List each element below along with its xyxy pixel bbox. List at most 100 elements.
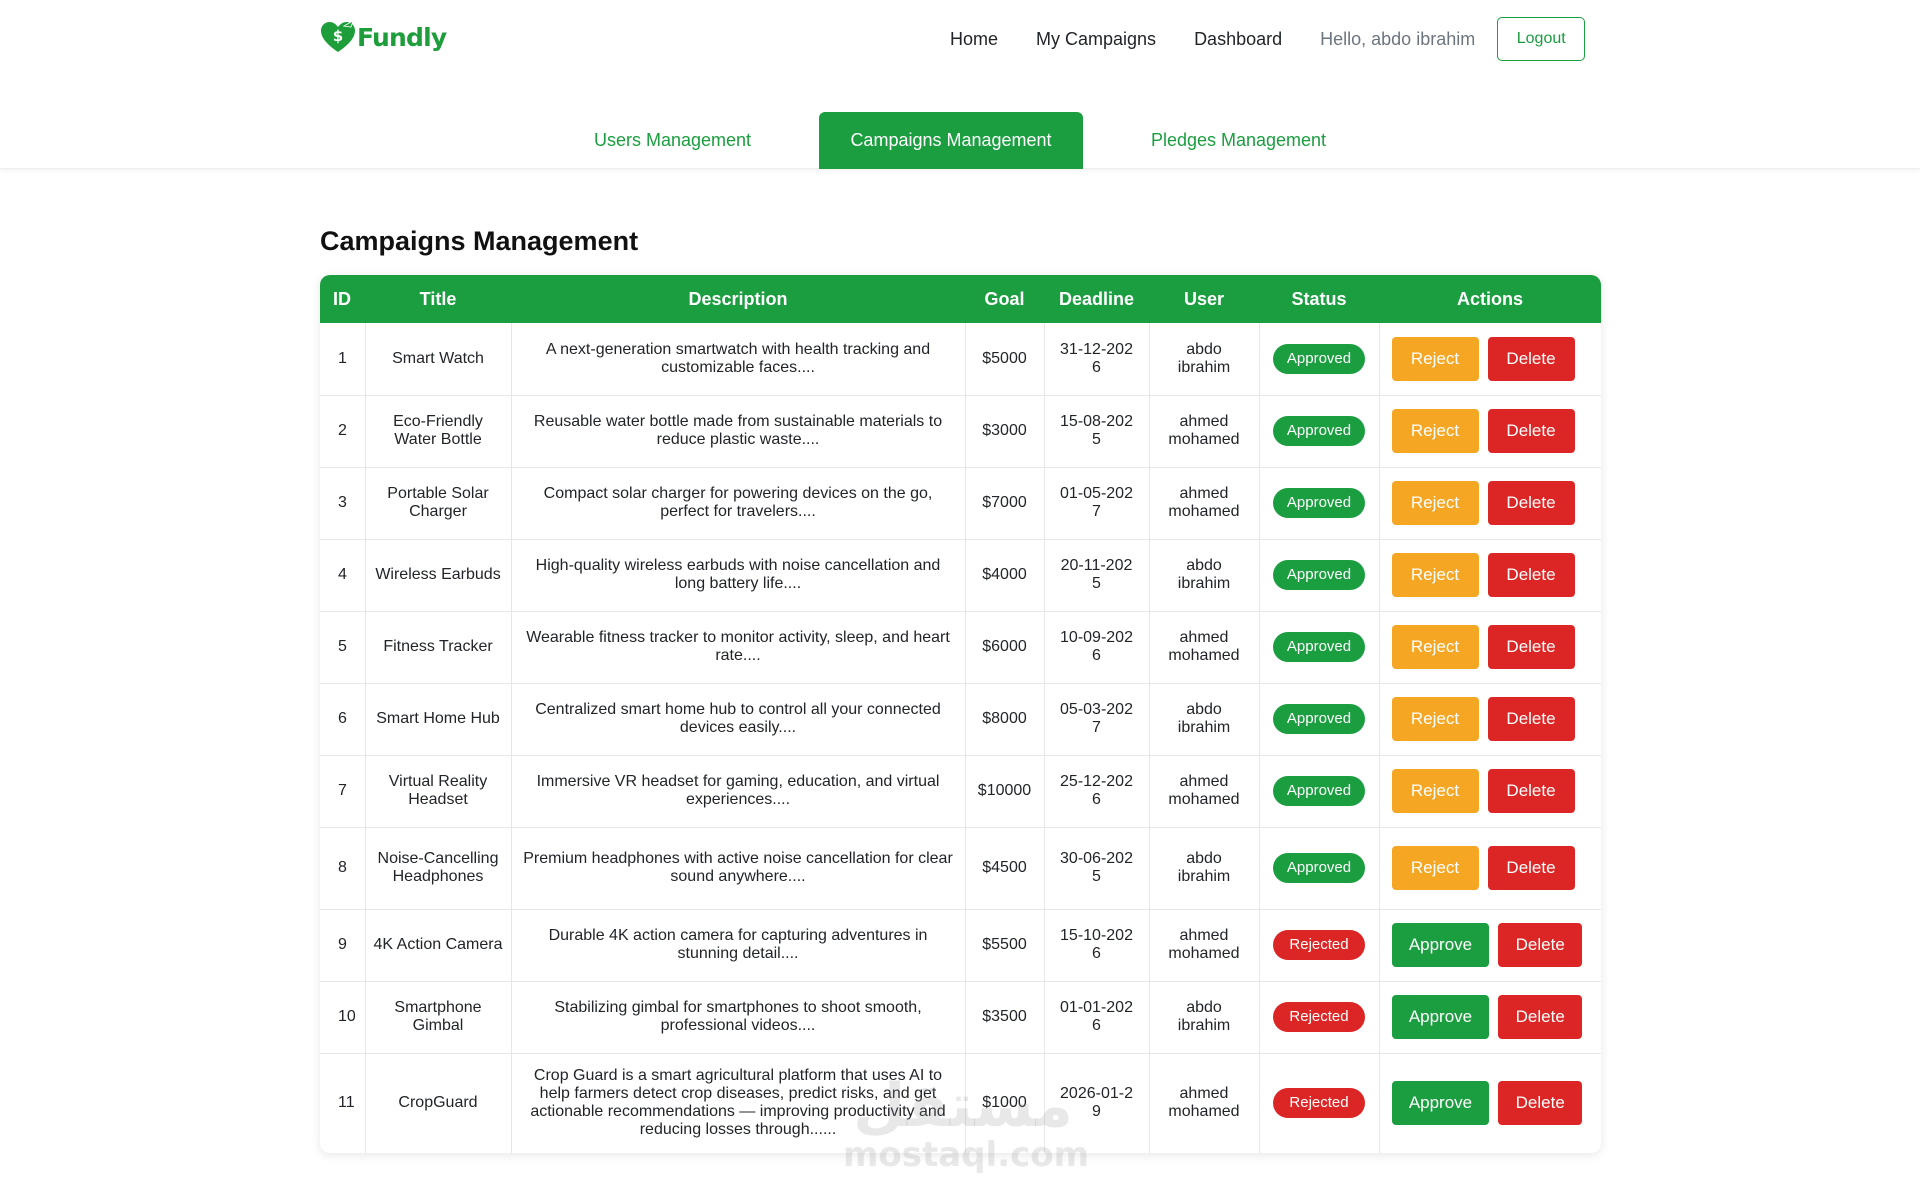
reject-button[interactable]: Reject bbox=[1391, 625, 1479, 669]
row-actions: Approve Delete bbox=[1390, 923, 1592, 967]
header-goal: Goal bbox=[965, 275, 1044, 323]
cell-title: Noise-Cancelling Headphones bbox=[365, 827, 512, 910]
cell-title: Portable Solar Charger bbox=[365, 467, 512, 540]
tab-pledges-management[interactable]: Pledges Management bbox=[1120, 112, 1357, 169]
cell-actions: Reject Delete bbox=[1379, 395, 1601, 468]
row-actions: Reject Delete bbox=[1390, 846, 1592, 890]
approve-button[interactable]: Approve bbox=[1391, 1081, 1490, 1126]
cell-user: abdo ibrahim bbox=[1149, 981, 1260, 1054]
cell-goal: $3500 bbox=[965, 981, 1045, 1054]
cell-description: Compact solar charger for powering devic… bbox=[511, 467, 966, 540]
delete-button[interactable]: Delete bbox=[1487, 625, 1575, 669]
cell-actions: Approve Delete bbox=[1379, 981, 1601, 1054]
cell-description: High-quality wireless earbuds with noise… bbox=[511, 539, 966, 612]
row-actions: Approve Delete bbox=[1390, 995, 1592, 1039]
delete-button[interactable]: Delete bbox=[1487, 481, 1575, 525]
cell-user: ahmed mohamed bbox=[1149, 467, 1260, 540]
row-actions: Approve Delete bbox=[1390, 1081, 1592, 1126]
cell-description: Stabilizing gimbal for smartphones to sh… bbox=[511, 981, 966, 1054]
delete-button[interactable]: Delete bbox=[1498, 995, 1582, 1039]
reject-button[interactable]: Reject bbox=[1391, 846, 1479, 890]
cell-goal: $10000 bbox=[965, 755, 1045, 828]
cell-description: Crop Guard is a smart agricultural platf… bbox=[511, 1053, 966, 1153]
cell-title: Smart Watch bbox=[365, 323, 512, 396]
cell-id: 9 bbox=[320, 909, 366, 982]
table-row: 6 Smart Home Hub Centralized smart home hu… bbox=[320, 683, 1601, 756]
header-description: Description bbox=[511, 275, 965, 323]
nav-dashboard-link[interactable]: Dashboard bbox=[1194, 29, 1282, 50]
row-actions: Reject Delete bbox=[1390, 409, 1592, 453]
cell-deadline: 15-08-2025 bbox=[1044, 395, 1150, 468]
cell-deadline: 05-03-2027 bbox=[1044, 683, 1150, 756]
status-badge: Approved bbox=[1273, 416, 1365, 446]
logout-button[interactable]: Logout bbox=[1497, 17, 1586, 61]
cell-actions: Reject Delete bbox=[1379, 755, 1601, 828]
cell-description: A next-generation smartwatch with health… bbox=[511, 323, 966, 396]
status-badge: Rejected bbox=[1273, 1002, 1365, 1032]
cell-id: 10 bbox=[320, 981, 366, 1054]
cell-user: abdo ibrahim bbox=[1149, 539, 1260, 612]
approve-button[interactable]: Approve bbox=[1391, 995, 1490, 1039]
table-row: 2 Eco-Friendly Water Bottle Reusable water… bbox=[320, 395, 1601, 468]
cell-status: Approved bbox=[1259, 323, 1380, 396]
header-id: ID bbox=[320, 275, 365, 323]
delete-button[interactable]: Delete bbox=[1487, 409, 1575, 453]
cell-user: abdo ibrahim bbox=[1149, 323, 1260, 396]
management-tabs: Users Management Campaigns Management Pl… bbox=[0, 77, 1920, 169]
cell-id: 4 bbox=[320, 539, 366, 612]
row-actions: Reject Delete bbox=[1390, 481, 1592, 525]
delete-button[interactable]: Delete bbox=[1487, 553, 1575, 597]
cell-user: ahmed mohamed bbox=[1149, 1053, 1260, 1153]
delete-button[interactable]: Delete bbox=[1487, 697, 1575, 741]
cell-goal: $4000 bbox=[965, 539, 1045, 612]
reject-button[interactable]: Reject bbox=[1391, 553, 1479, 597]
reject-button[interactable]: Reject bbox=[1391, 697, 1479, 741]
cell-id: 3 bbox=[320, 467, 366, 540]
approve-button[interactable]: Approve bbox=[1391, 923, 1490, 967]
cell-actions: Reject Delete bbox=[1379, 539, 1601, 612]
row-actions: Reject Delete bbox=[1390, 697, 1592, 741]
cell-title: Wireless Earbuds bbox=[365, 539, 512, 612]
cell-status: Approved bbox=[1259, 539, 1380, 612]
cell-deadline: 15-10-2026 bbox=[1044, 909, 1150, 982]
reject-button[interactable]: Reject bbox=[1391, 336, 1479, 381]
brand-name: Fundly bbox=[357, 22, 447, 52]
cell-goal: $8000 bbox=[965, 683, 1045, 756]
cell-deadline: 30-06-2025 bbox=[1044, 827, 1150, 910]
delete-button[interactable]: Delete bbox=[1487, 336, 1575, 381]
cell-description: Centralized smart home hub to control al… bbox=[511, 683, 966, 756]
cell-deadline: 01-05-2027 bbox=[1044, 467, 1150, 540]
cell-description: Durable 4K action camera for capturing a… bbox=[511, 909, 966, 982]
cell-status: Approved bbox=[1259, 467, 1380, 540]
reject-button[interactable]: Reject bbox=[1391, 769, 1479, 813]
delete-button[interactable]: Delete bbox=[1487, 846, 1575, 890]
tab-campaigns-management[interactable]: Campaigns Management bbox=[819, 112, 1083, 169]
nav-home-link[interactable]: Home bbox=[950, 29, 998, 50]
cell-description: Reusable water bottle made from sustaina… bbox=[511, 395, 966, 468]
table-row: 3 Portable Solar Charger Compact solar cha… bbox=[320, 467, 1601, 540]
tab-users-management[interactable]: Users Management bbox=[566, 112, 779, 169]
table-row: 1 Smart Watch A next-generation smartwatch… bbox=[320, 323, 1601, 396]
cell-title: 4K Action Camera bbox=[365, 909, 512, 982]
table-row: 5 Fitness Tracker Wearable fitness tracker… bbox=[320, 611, 1601, 684]
cell-status: Rejected bbox=[1259, 909, 1380, 982]
cell-user: abdo ibrahim bbox=[1149, 827, 1260, 910]
status-badge: Approved bbox=[1273, 488, 1365, 518]
table-row: 11 CropGuard Crop Guard is a smart agricul… bbox=[320, 1053, 1601, 1153]
table-row: 8 Noise-Cancelling Headphones Premium head… bbox=[320, 827, 1601, 910]
reject-button[interactable]: Reject bbox=[1391, 481, 1479, 525]
table-body: 1 Smart Watch A next-generation smartwatch… bbox=[320, 323, 1601, 1153]
delete-button[interactable]: Delete bbox=[1498, 1081, 1582, 1126]
campaigns-table-container: ID Title Description Goal Deadline User … bbox=[320, 275, 1601, 1153]
delete-button[interactable]: Delete bbox=[1487, 769, 1575, 813]
reject-button[interactable]: Reject bbox=[1391, 409, 1479, 453]
page-title: Campaigns Management bbox=[320, 226, 639, 256]
cell-description: Wearable fitness tracker to monitor acti… bbox=[511, 611, 966, 684]
status-badge: Approved bbox=[1273, 704, 1365, 734]
delete-button[interactable]: Delete bbox=[1498, 923, 1582, 967]
nav-my-campaigns-link[interactable]: My Campaigns bbox=[1036, 29, 1156, 50]
cell-status: Rejected bbox=[1259, 1053, 1380, 1153]
cell-actions: Reject Delete bbox=[1379, 683, 1601, 756]
brand-logo[interactable]: $ Fundly bbox=[320, 20, 447, 54]
cell-user: ahmed mohamed bbox=[1149, 755, 1260, 828]
